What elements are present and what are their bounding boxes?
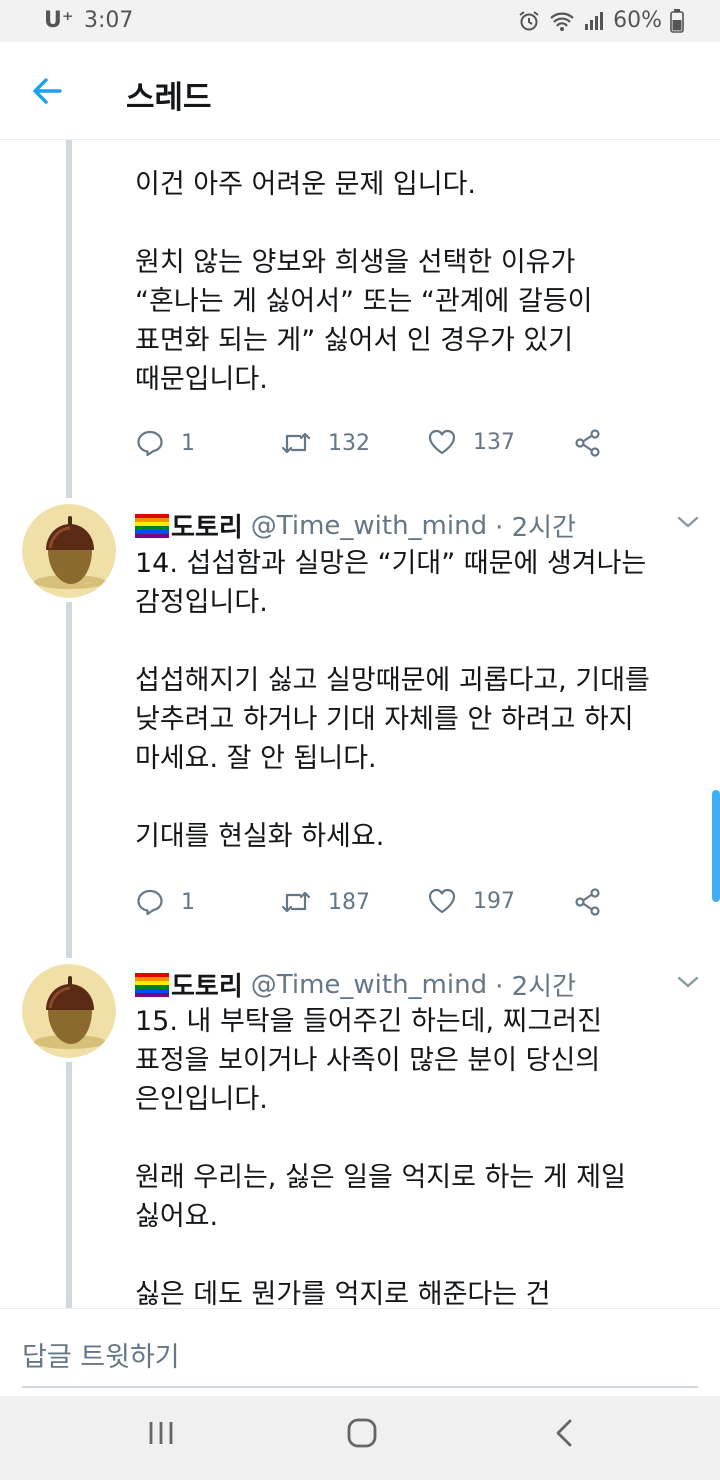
tweet-time: · 2시간 (495, 972, 577, 1002)
author-handle[interactable]: @Time_with_mind (251, 970, 487, 1000)
retweet-count: 187 (328, 889, 370, 915)
retweet-icon (281, 432, 311, 454)
wifi-icon (550, 12, 574, 31)
reply-count: 1 (181, 430, 195, 456)
share-icon (575, 888, 600, 916)
battery-icon (670, 8, 684, 33)
reply-button[interactable]: 1 (135, 887, 195, 917)
like-count: 137 (473, 429, 515, 455)
heart-icon (428, 429, 456, 455)
system-nav-bar (0, 1396, 720, 1480)
thread-line (66, 602, 72, 958)
home-icon[interactable] (346, 1418, 378, 1448)
like-count: 197 (473, 888, 515, 914)
tweet-time: · 2시간 (495, 513, 577, 543)
tweet-text: 15. 내 부탁을 들어주긴 하는데, 찌그러진 표정을 보이거나 사족이 많은… (135, 1006, 626, 1310)
share-icon (575, 429, 600, 457)
tweet-actions: 1 132 137 (135, 428, 615, 468)
signal-icon (585, 11, 604, 30)
share-button[interactable] (573, 887, 603, 917)
share-button[interactable] (573, 428, 603, 458)
like-button[interactable]: 137 (427, 428, 515, 456)
retweet-button[interactable]: 132 (280, 428, 370, 458)
author-name[interactable]: 도토리 (171, 507, 243, 544)
tweet-text: 14. 섭섭함과 실망은 “기대” 때문에 생겨나는 감정입니다. 섭섭해지기 … (135, 548, 650, 852)
scrollbar[interactable] (712, 790, 720, 902)
page-title: 스레드 (126, 80, 212, 116)
avatar[interactable] (22, 504, 116, 598)
thread-line (66, 1062, 72, 1308)
reply-icon (137, 430, 163, 457)
chevron-down-icon[interactable] (676, 514, 700, 530)
reply-button[interactable]: 1 (135, 428, 195, 458)
retweet-icon (281, 891, 311, 913)
retweet-count: 132 (328, 430, 370, 456)
reply-icon (137, 889, 163, 916)
retweet-button[interactable]: 187 (280, 887, 370, 917)
reply-composer[interactable]: 답글 트윗하기 (0, 1308, 720, 1396)
tweet-actions: 1 187 197 (135, 887, 615, 927)
author-handle[interactable]: @Time_with_mind (251, 511, 487, 541)
heart-icon (428, 888, 456, 914)
back-arrow-icon[interactable] (30, 74, 64, 108)
avatar[interactable] (22, 964, 116, 1058)
thread-line (66, 140, 72, 498)
reply-input[interactable]: 답글 트윗하기 (22, 1335, 180, 1374)
carrier-label: U⁺ (44, 8, 74, 33)
reply-count: 1 (181, 889, 195, 915)
rainbow-flag-icon (135, 513, 169, 538)
like-button[interactable]: 197 (427, 887, 515, 915)
tweet-header: 도토리 @Time_with_mind · 2시간 (135, 966, 576, 1003)
status-bar: U⁺ 3:07 60% (0, 0, 720, 42)
reply-input-underline (22, 1386, 698, 1388)
author-name[interactable]: 도토리 (171, 966, 243, 1003)
battery-percent: 60% (613, 8, 662, 33)
app-bar: 스레드 (0, 42, 720, 140)
status-time: 3:07 (84, 8, 134, 33)
status-icons: 60% (517, 8, 684, 33)
tweet-text: 이건 아주 어려운 문제 입니다. 원치 않는 양보와 희생을 선택한 이유가 … (135, 169, 593, 395)
alarm-icon (519, 10, 539, 30)
tweet-header: 도토리 @Time_with_mind · 2시간 (135, 507, 576, 544)
chevron-down-icon[interactable] (676, 974, 700, 990)
back-nav-icon[interactable] (550, 1418, 576, 1448)
recent-apps-icon[interactable] (146, 1418, 176, 1448)
rainbow-flag-icon (135, 972, 169, 997)
